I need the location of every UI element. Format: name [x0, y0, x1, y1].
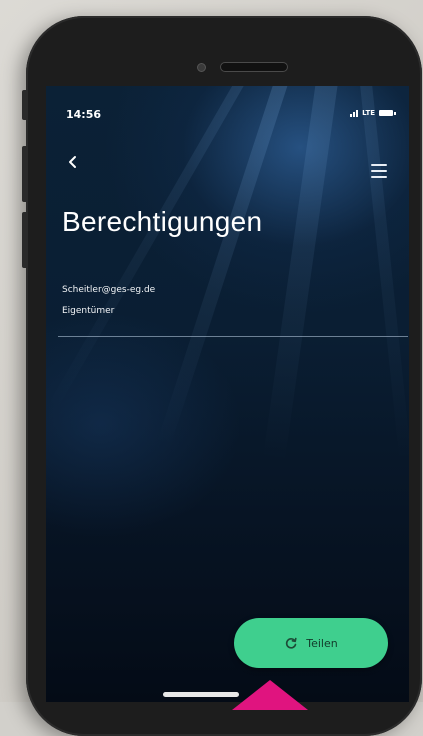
- battery-icon: [379, 110, 396, 116]
- user-role: Eigentümer: [62, 306, 115, 316]
- hamburger-menu-icon: [371, 170, 387, 172]
- app-screen: 14:56 LTE Berechtigungen Scheitler@ges-e…: [46, 86, 409, 702]
- share-button[interactable]: Teilen: [234, 618, 388, 668]
- phone-side-button: [22, 212, 28, 268]
- home-indicator[interactable]: [163, 692, 239, 697]
- page-title: Berechtigungen: [62, 206, 263, 237]
- back-button[interactable]: [64, 152, 84, 172]
- network-label: LTE: [362, 109, 375, 117]
- status-time: 14:56: [66, 108, 102, 121]
- chevron-left-icon: [69, 156, 76, 168]
- user-email: Scheitler@ges-eg.de: [62, 285, 156, 295]
- phone-side-button: [22, 146, 28, 202]
- share-button-label: Teilen: [306, 636, 338, 650]
- status-indicators: LTE: [350, 109, 396, 117]
- phone-side-button: [22, 90, 28, 120]
- hamburger-menu-icon: [371, 176, 387, 178]
- share-refresh-icon: [286, 637, 297, 649]
- front-camera: [197, 63, 206, 72]
- light-ray: [262, 86, 343, 464]
- divider: [58, 336, 408, 337]
- signal-icon: [350, 109, 359, 117]
- hamburger-menu-icon: [371, 164, 387, 166]
- pointer-arrow-annotation: [232, 680, 308, 710]
- earpiece-speaker: [220, 62, 288, 72]
- light-ray: [356, 86, 409, 465]
- menu-button[interactable]: [371, 164, 387, 178]
